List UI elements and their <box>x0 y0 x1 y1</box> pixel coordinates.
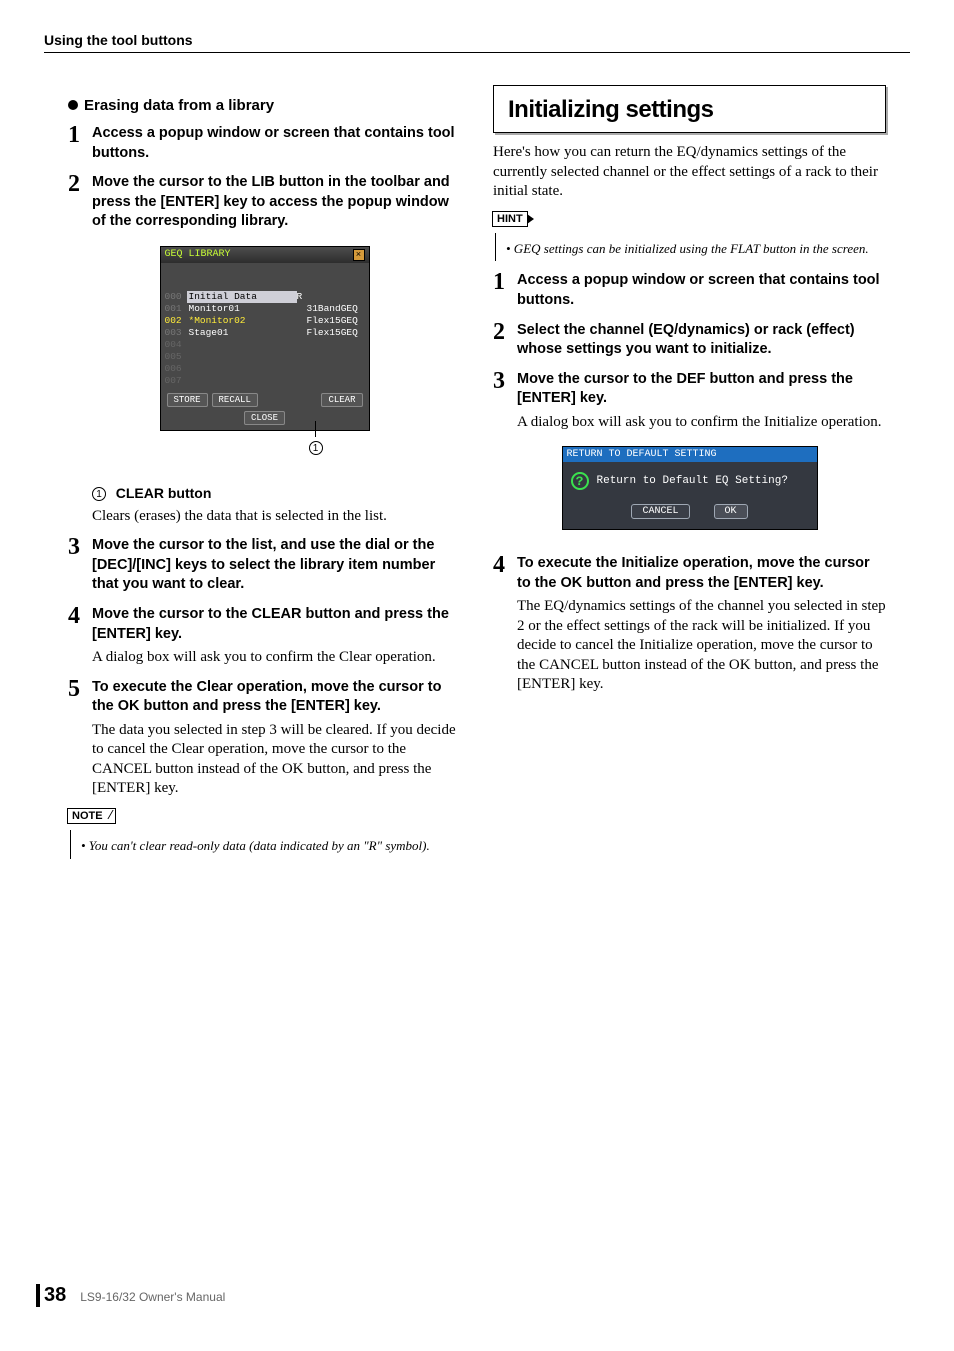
header-rule <box>44 52 910 53</box>
list-item[interactable]: 003Stage01Flex15GEQ <box>165 327 365 339</box>
erasing-subheading: Erasing data from a library <box>68 97 461 114</box>
recall-button[interactable]: RECALL <box>212 393 258 407</box>
section-title: Initializing settings <box>508 96 871 124</box>
step-body: A dialog box will ask you to confirm the… <box>517 413 886 433</box>
dialog-question: Return to Default EQ Setting? <box>597 475 788 487</box>
list-item[interactable]: 002*Monitor02Flex15GEQ <box>165 315 365 327</box>
cancel-button[interactable]: CANCEL <box>631 504 689 519</box>
step-2: 2 Move the cursor to the LIB button in t… <box>68 173 461 232</box>
step-5: 5 To execute the Clear operation, move t… <box>68 678 461 717</box>
footer: 38 LS9-16/32 Owner's Manual <box>36 1284 225 1307</box>
r-step-3: 3 Move the cursor to the DEF button and … <box>493 370 886 409</box>
step-1: 1 Access a popup window or screen that c… <box>68 124 461 163</box>
r-step-4: 4 To execute the Initialize operation, m… <box>493 554 886 593</box>
step-body: The data you selected in step 3 will be … <box>92 721 461 799</box>
step-num: 4 <box>493 554 517 593</box>
step-body: A dialog box will ask you to confirm the… <box>92 648 461 668</box>
step-num: 3 <box>68 536 92 595</box>
r-step-1: 1 Access a popup window or screen that c… <box>493 271 886 310</box>
step-text: Move the cursor to the LIB button in the… <box>92 173 461 232</box>
list-item[interactable]: 006 <box>165 363 365 375</box>
circle-num-icon: 1 <box>92 487 106 501</box>
question-icon: ? <box>571 472 589 490</box>
step-text: Move the cursor to the DEF button and pr… <box>517 370 886 409</box>
step-text: Select the channel (EQ/dynamics) or rack… <box>517 321 886 360</box>
clear-button-label: 1 CLEAR button <box>92 485 461 503</box>
left-column: Erasing data from a library 1 Access a p… <box>68 85 461 859</box>
step-num: 4 <box>68 605 92 644</box>
geq-list[interactable]: 000Initial DataR 001Monitor0131BandGEQ 0… <box>163 289 367 389</box>
dialog-title: RETURN TO DEFAULT SETTING <box>563 447 817 462</box>
note-block: NOTE • You can't clear read-only data (d… <box>68 807 461 859</box>
step-text: Move the cursor to the CLEAR button and … <box>92 605 461 644</box>
ok-button[interactable]: OK <box>714 504 748 519</box>
step-num: 2 <box>493 321 517 360</box>
hint-block: HINT • GEQ settings can be initialized u… <box>493 210 886 262</box>
geq-library-dialog: GEQ LIBRARY × 000Initial DataR 001Monito… <box>160 246 370 431</box>
list-item[interactable]: 000Initial DataR <box>165 291 365 303</box>
note-label: NOTE <box>67 808 116 824</box>
section-title-box: Initializing settings <box>493 85 886 133</box>
book-title: LS9-16/32 Owner's Manual <box>80 1290 225 1304</box>
callout-marker: 1 <box>309 441 323 455</box>
hint-label: HINT <box>492 211 528 227</box>
step-text: To execute the Initialize operation, mov… <box>517 554 886 593</box>
close-icon[interactable]: × <box>353 249 365 261</box>
geq-callout: 1 <box>68 437 461 465</box>
clear-desc: Clears (erases) the data that is selecte… <box>92 507 461 527</box>
page-number: 38 <box>36 1284 66 1307</box>
list-item[interactable]: 004 <box>165 339 365 351</box>
list-item[interactable]: 007 <box>165 375 365 387</box>
list-item[interactable]: 001Monitor0131BandGEQ <box>165 303 365 315</box>
close-button[interactable]: CLOSE <box>244 411 285 425</box>
step-num: 2 <box>68 173 92 232</box>
step-text: Access a popup window or screen that con… <box>517 271 886 310</box>
step-text: To execute the Clear operation, move the… <box>92 678 461 717</box>
step-num: 5 <box>68 678 92 717</box>
step-4: 4 Move the cursor to the CLEAR button an… <box>68 605 461 644</box>
step-body: The EQ/dynamics settings of the channel … <box>517 597 886 695</box>
section-header: Using the tool buttons <box>44 32 193 48</box>
right-column: Initializing settings Here's how you can… <box>493 85 886 859</box>
hint-text: • GEQ settings can be initialized using … <box>506 241 886 258</box>
list-item[interactable]: 005 <box>165 351 365 363</box>
intro-text: Here's how you can return the EQ/dynamic… <box>493 143 886 202</box>
clear-button[interactable]: CLEAR <box>321 393 362 407</box>
step-num: 1 <box>493 271 517 310</box>
step-text: Access a popup window or screen that con… <box>92 124 461 163</box>
geq-title-bar: GEQ LIBRARY × <box>161 247 369 263</box>
note-text: • You can't clear read-only data (data i… <box>81 838 461 855</box>
bullet-icon <box>68 100 78 110</box>
step-num: 3 <box>493 370 517 409</box>
step-num: 1 <box>68 124 92 163</box>
step-text: Move the cursor to the list, and use the… <box>92 536 461 595</box>
step-3: 3 Move the cursor to the list, and use t… <box>68 536 461 595</box>
geq-title: GEQ LIBRARY <box>165 249 231 260</box>
store-button[interactable]: STORE <box>167 393 208 407</box>
return-dialog: RETURN TO DEFAULT SETTING ? Return to De… <box>562 446 818 530</box>
r-step-2: 2 Select the channel (EQ/dynamics) or ra… <box>493 321 886 360</box>
